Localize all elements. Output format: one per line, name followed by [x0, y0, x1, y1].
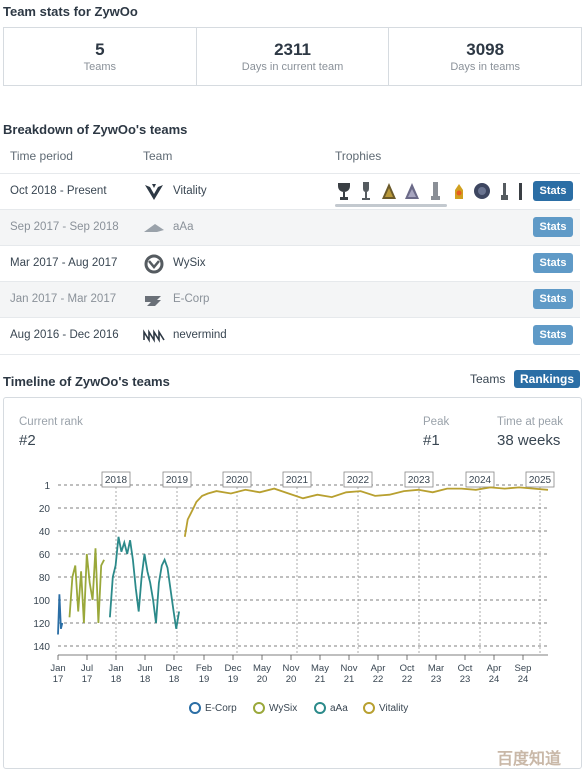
legend-label: Vitality: [379, 702, 409, 714]
stat-label: Days in current team: [241, 61, 344, 73]
nevermind-logo: [143, 329, 165, 343]
aaa-logo: [144, 224, 164, 232]
stat-value: 2311: [274, 40, 311, 59]
page-title: Team stats for ZywOo: [3, 4, 138, 19]
row-team[interactable]: nevermind: [173, 329, 227, 341]
tab-teams[interactable]: Teams: [470, 372, 505, 386]
row-period: Sep 2017 - Sep 2018: [10, 221, 119, 233]
vitality-logo: [145, 184, 163, 200]
stat-label: Days in teams: [450, 61, 521, 73]
table-row: Jan 2017 - Mar 2017 E-Corp Stats: [0, 281, 580, 318]
tab-rankings[interactable]: Rankings: [514, 370, 580, 388]
stat-value: 5: [95, 40, 105, 59]
legend-item[interactable]: aAa: [314, 702, 348, 714]
current-rank-label: Current rank: [19, 416, 83, 428]
legend-dot: [253, 702, 265, 714]
trophy-scrollbar[interactable]: [335, 204, 447, 207]
breakdown-header: Time period Team Trophies: [0, 142, 584, 172]
ecorp-logo: [145, 296, 161, 306]
row-period: Oct 2018 - Present: [10, 185, 107, 197]
row-period: Aug 2016 - Dec 2016: [10, 329, 119, 341]
legend-item[interactable]: E-Corp: [189, 702, 237, 714]
stat-teams: 5 Teams: [4, 28, 197, 85]
col-trophies: Trophies: [335, 149, 382, 163]
table-row: Sep 2017 - Sep 2018 aAa Stats: [0, 209, 580, 246]
peak-value: #1: [423, 432, 440, 449]
col-time-period: Time period: [10, 149, 73, 163]
table-row: Oct 2018 - Present Vitality Stats: [0, 173, 580, 210]
time-at-peak-value: 38 weeks: [497, 432, 561, 449]
time-at-peak-label: Time at peak: [497, 416, 564, 428]
stat-days-teams: 3098 Days in teams: [389, 28, 581, 85]
row-team[interactable]: E-Corp: [173, 293, 209, 305]
stats-button[interactable]: Stats: [533, 253, 573, 273]
legend-dot: [363, 702, 375, 714]
row-team[interactable]: Vitality: [173, 185, 207, 197]
table-row: Aug 2016 - Dec 2016 nevermind Stats: [0, 317, 580, 355]
wysix-logo: [144, 254, 164, 274]
legend-dot: [189, 702, 201, 714]
stats-button[interactable]: Stats: [533, 181, 573, 201]
table-row: Mar 2017 - Aug 2017 WySix Stats: [0, 245, 580, 282]
peak-label: Peak: [423, 416, 450, 428]
col-team: Team: [143, 149, 173, 163]
row-period: Mar 2017 - Aug 2017: [10, 257, 118, 269]
row-team[interactable]: WySix: [173, 257, 205, 269]
stat-days-current: 2311 Days in current team: [197, 28, 390, 85]
row-period: Jan 2017 - Mar 2017: [10, 293, 117, 305]
legend-item[interactable]: Vitality: [363, 702, 408, 714]
stats-button[interactable]: Stats: [533, 325, 573, 345]
trophy-icon[interactable]: [335, 180, 525, 202]
legend-item[interactable]: WySix: [253, 702, 297, 714]
current-rank-value: #2: [19, 432, 36, 449]
trophies-strip: [335, 180, 525, 207]
stat-label: Teams: [83, 61, 117, 73]
stats-button[interactable]: Stats: [533, 289, 573, 309]
row-team[interactable]: aAa: [173, 221, 193, 233]
legend-label: WySix: [269, 702, 298, 714]
legend-label: E-Corp: [205, 702, 237, 714]
legend-label: aAa: [330, 702, 348, 714]
summary-stats: 5 Teams 2311 Days in current team 3098 D…: [3, 27, 582, 86]
watermark-logo: 百度知道: [497, 751, 562, 768]
stats-button[interactable]: Stats: [533, 217, 573, 237]
breakdown-title: Breakdown of ZywOo's teams: [3, 122, 188, 137]
timeline-title: Timeline of ZywOo's teams: [3, 374, 170, 389]
legend-dot: [314, 702, 326, 714]
stat-value: 3098: [466, 40, 505, 59]
